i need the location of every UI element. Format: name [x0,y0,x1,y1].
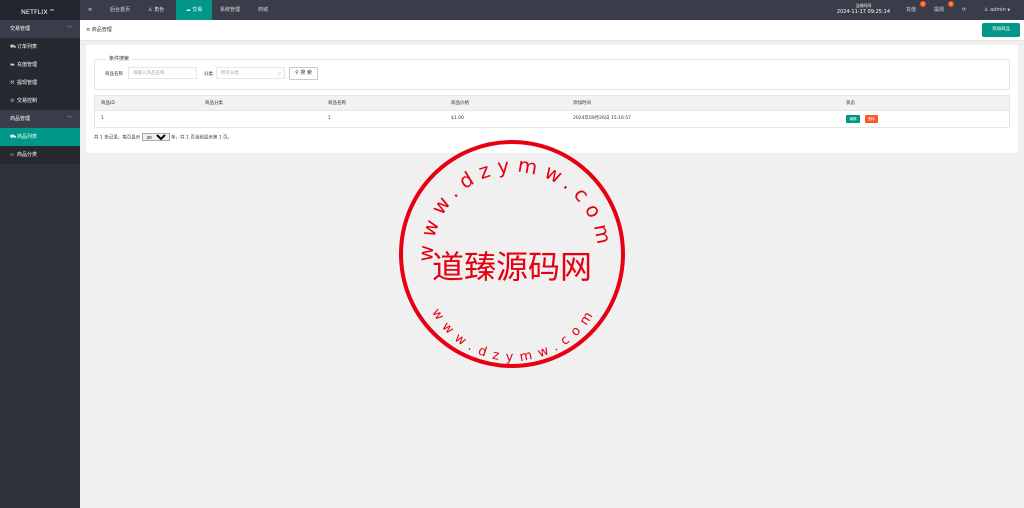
col-status: 状态 [846,101,855,106]
chevron-down-icon: ﹀ [66,26,72,32]
col-id: 商品ID [101,101,115,106]
user-menu[interactable]: ♙ admin ▼ [984,0,1010,20]
sidebar-item-label: 订单列表 [17,44,38,50]
brand-sup: H5 [49,8,54,12]
nav-trade[interactable]: ☁ 交易 [176,0,212,20]
link-icon: ∞ [10,152,15,158]
recharge-label: 充值 [906,7,917,13]
time-label: 当前时间 [855,3,872,8]
nav-home[interactable]: 后台首页 [110,0,130,20]
category-select-value: 所有分类 [221,71,239,76]
col-price: 商品价格 [451,101,469,106]
withdraw-label: 提现 [934,7,945,13]
sidebar-group-label: 交易管理 [10,26,31,32]
time-value: 2024-11-17 09:25:14 [836,9,890,15]
sidebar-item-goods-list[interactable]: ⛟商品列表 [0,128,80,146]
brand-name: NETFLIX [21,8,48,17]
page-header: ≡ 商品管理 添加商品 [80,20,1024,41]
sidebar-item-label: 充值管理 [17,62,38,68]
topbar: ≡ 后台首页 ♙ 角色 ☁ 交易 系统管理 商城 当前时间 2024-11-17… [80,0,1024,20]
group-icon: ☁ [185,7,191,13]
pagination: 共 1 条记录，每页显示 20 条，共 1 页当前显示第 1 页。 [94,133,232,143]
user-icon: ♙ [148,7,153,13]
recharge-link[interactable]: 充值 [906,0,916,20]
sidebar-item-label: 商品分类 [17,152,38,158]
cell-id: 1 [101,116,104,121]
pager-prefix: 共 1 条记录，每页显示 [94,135,141,141]
sidebar-item-goods-category[interactable]: ∞ 商品分类 [0,146,80,164]
nav-system[interactable]: 系统管理 [220,0,240,20]
message-icon: ▬ [10,62,15,68]
sidebar-group-goods[interactable]: 商品管理 ﹀ [0,110,80,128]
delete-button[interactable]: 删除 [865,115,878,123]
sidebar-group-trade[interactable]: 交易管理 ﹀ [0,20,80,38]
col-name: 商品名称 [328,101,346,106]
cell-name: 1 [328,116,331,121]
sidebar-item-label: 提现管理 [17,80,38,86]
nav-mall[interactable]: 商城 [258,0,268,20]
list-icon: ≡ [86,27,91,33]
withdraw-link[interactable]: 提现 [934,0,944,20]
pager-suffix: 条，共 1 页当前显示第 1 页。 [171,135,233,141]
watermark-stamp: www.dzymw.com www.dzymw.com 道臻源码网 [399,140,625,368]
table-header: 商品ID 商品分类 商品名称 商品价格 添加时间 状态 [94,95,1010,111]
sidebar-item-orders[interactable]: ⛟订单列表 [0,38,80,56]
nav-trade-label: 交易 [192,7,203,13]
user-name: admin [990,7,1006,13]
category-select[interactable]: 所有分类 ▽ [216,67,285,79]
sidebar-group-label: 商品管理 [10,116,31,122]
withdraw-badge: 0 [948,1,954,7]
user-icon: ♙ [984,7,989,13]
chevron-down-icon: ﹀ [66,116,72,122]
nav-role-label: 角色 [154,7,165,13]
filter-legend: 条件搜索 [106,55,133,62]
chevron-down-icon: ▼ [1007,8,1011,12]
col-time: 添加时间 [573,101,591,106]
cell-price: $1.00 [451,116,464,121]
check-circle-icon: ⊘ [10,98,15,104]
cart-icon: ⛟ [10,44,17,50]
table-row: 1 1 $1.00 2024年09月26日 15:16:57 编辑 删除 [94,111,1010,128]
cell-time: 2024年09月26日 15:16:57 [573,116,632,121]
refresh-icon[interactable]: ⟳ [962,0,966,20]
sidebar-item-label: 交易控制 [17,98,38,104]
chevron-down-icon: ▽ [277,71,281,76]
add-goods-button[interactable]: 添加商品 [982,23,1020,37]
edit-button[interactable]: 编辑 [846,115,860,123]
per-page-select[interactable]: 20 [141,133,170,141]
cart-icon: ⛟ [10,134,17,140]
menu-toggle-icon[interactable]: ≡ [88,0,92,20]
logo[interactable]: NETFLIX H5 [0,0,80,20]
col-category: 商品分类 [205,101,223,106]
search-icon: ⚲ [295,70,299,76]
stamp-text: 道臻源码网 [432,248,592,286]
goods-name-input[interactable]: 请输入商品名称 [128,67,197,79]
nav-role[interactable]: ♙ 角色 [148,0,164,20]
current-time: 当前时间 2024-11-17 09:25:14 [837,2,890,16]
search-button-label: 搜 索 [300,70,312,76]
sidebar: NETFLIX H5 交易管理 ﹀ ⛟订单列表 ▬ 充值管理 ⚒ 提现管理 ⊘ 交易控… [0,0,80,508]
search-button[interactable]: ⚲ 搜 索 [289,67,318,80]
stamp-url-inner: www.dzymw.com [428,303,600,365]
category-label: 分类 [204,72,213,77]
sidebar-item-withdraw[interactable]: ⚒ 提现管理 [0,74,80,92]
breadcrumb-label: 商品管理 [91,27,112,33]
sidebar-item-trade-control[interactable]: ⊘ 交易控制 [0,92,80,110]
sidebar-item-recharge[interactable]: ▬ 充值管理 [0,56,80,74]
wrench-icon: ⚒ [10,80,15,86]
recharge-badge: 0 [920,1,926,7]
breadcrumb: ≡ 商品管理 [86,20,112,40]
name-label: 商品名称 [105,72,123,77]
sidebar-item-label: 商品列表 [17,134,38,140]
